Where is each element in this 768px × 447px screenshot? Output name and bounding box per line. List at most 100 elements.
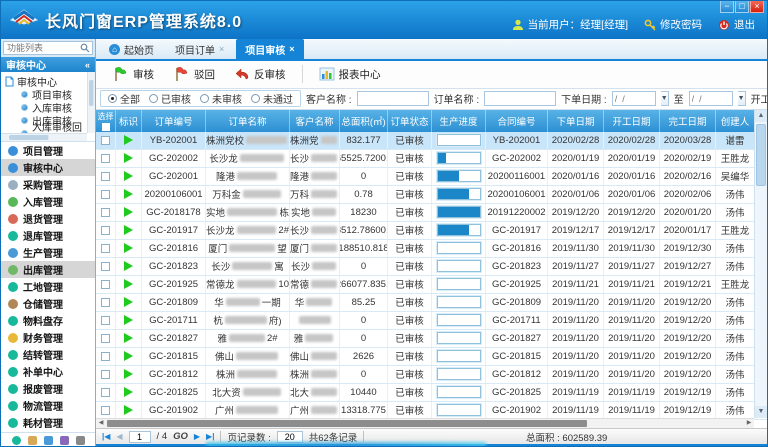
radio-audited[interactable]: 已审核 bbox=[149, 91, 191, 106]
row-checkbox[interactable] bbox=[101, 334, 110, 343]
header-start-date[interactable]: 开工日期 bbox=[604, 110, 660, 132]
row-checkbox[interactable] bbox=[101, 136, 110, 145]
order-name-input[interactable] bbox=[484, 91, 556, 106]
prev-page-button[interactable]: ◀ bbox=[116, 432, 122, 441]
header-creator[interactable]: 创建人 bbox=[716, 110, 754, 132]
sidebar-item-物流管理[interactable]: 物流管理 bbox=[1, 397, 95, 414]
last-page-button[interactable]: ▶| bbox=[206, 432, 214, 441]
header-contract[interactable]: 合同编号 bbox=[486, 110, 548, 132]
table-row[interactable]: YB-202001株洲党校株洲党832.177已审核YB-2020012020/… bbox=[96, 132, 767, 150]
tab-project-orders[interactable]: 项目订单 × bbox=[166, 39, 233, 59]
row-checkbox[interactable] bbox=[101, 190, 110, 199]
header-order-date[interactable]: 下单日期 bbox=[548, 110, 604, 132]
scroll-left-icon[interactable]: ◀ bbox=[96, 419, 106, 428]
tab-close-icon[interactable]: × bbox=[289, 44, 294, 54]
table-row[interactable]: GC-202002长沙龙长沙65525.7200..已审核GC-20200220… bbox=[96, 150, 767, 168]
table-row[interactable]: 20200106001万科金万科0.78已审核202001060012020/0… bbox=[96, 186, 767, 204]
current-user[interactable]: 当前用户：经理[经理] bbox=[512, 17, 628, 32]
sidebar-item-仓储管理[interactable]: 仓储管理 bbox=[1, 295, 95, 312]
pen-icon[interactable] bbox=[44, 436, 53, 445]
scroll-up-icon[interactable]: ▲ bbox=[755, 110, 767, 122]
minimize-button[interactable]: − bbox=[720, 1, 734, 13]
tab-close-icon[interactable]: × bbox=[219, 44, 224, 54]
change-password-button[interactable]: 修改密码 bbox=[644, 17, 702, 32]
sidebar-item-项目管理[interactable]: 项目管理 bbox=[1, 142, 95, 159]
header-customer[interactable]: 客户名称 bbox=[290, 110, 340, 132]
cart-icon[interactable] bbox=[28, 436, 37, 445]
table-row[interactable]: GC-201816厦门望厦门188510.818已审核GC-2018162019… bbox=[96, 240, 767, 258]
list-icon[interactable] bbox=[76, 436, 85, 445]
row-checkbox[interactable] bbox=[101, 244, 110, 253]
page-size-input[interactable] bbox=[277, 431, 303, 443]
order-date-to-input[interactable] bbox=[689, 91, 733, 106]
row-checkbox[interactable] bbox=[101, 262, 110, 271]
dot-icon[interactable] bbox=[12, 436, 21, 445]
go-button[interactable]: GO bbox=[173, 431, 188, 442]
collapse-icon[interactable]: « bbox=[85, 60, 90, 70]
book-icon[interactable] bbox=[60, 436, 69, 445]
table-row[interactable]: GC-201925常德龙10常德266077.835..已审核GC-201925… bbox=[96, 276, 767, 294]
logout-button[interactable]: 退出 bbox=[718, 17, 755, 32]
header-finish-date[interactable]: 完工日期 bbox=[660, 110, 716, 132]
date-dropdown-icon[interactable]: ▼ bbox=[738, 91, 746, 106]
customer-name-input[interactable] bbox=[357, 91, 429, 106]
row-checkbox[interactable] bbox=[101, 172, 110, 181]
table-row[interactable]: GC-201827雅2#雅0已审核GC-2018272019/11/202019… bbox=[96, 330, 767, 348]
sidebar-item-工地管理[interactable]: 工地管理 bbox=[1, 278, 95, 295]
tab-project-audit[interactable]: 项目审核 × bbox=[236, 39, 303, 59]
sidebar-item-报废管理[interactable]: 报废管理 bbox=[1, 380, 95, 397]
reject-button[interactable]: 驳回 bbox=[165, 62, 224, 86]
sidebar-item-结转管理[interactable]: 结转管理 bbox=[1, 346, 95, 363]
scroll-right-icon[interactable]: ▶ bbox=[744, 419, 754, 428]
table-row[interactable]: GC-201812株洲株洲0已审核GC-2018122019/11/202019… bbox=[96, 366, 767, 384]
row-checkbox[interactable] bbox=[101, 388, 110, 397]
header-progress[interactable]: 生产进度 bbox=[432, 110, 486, 132]
header-order-name[interactable]: 订单名称 bbox=[206, 110, 290, 132]
sidebar-item-采购管理[interactable]: 采购管理 bbox=[1, 176, 95, 193]
scroll-down-icon[interactable]: ▼ bbox=[755, 406, 767, 418]
table-row[interactable]: GC-201825北大资北大10440已审核GC-2018252019/11/1… bbox=[96, 384, 767, 402]
row-checkbox[interactable] bbox=[101, 316, 110, 325]
sidebar-item-出库管理[interactable]: 出库管理 bbox=[1, 261, 95, 278]
radio-rejected[interactable]: 未通过 bbox=[251, 91, 293, 106]
table-row[interactable]: GC-201809华一期华85.25已审核GC-2018092019/11/20… bbox=[96, 294, 767, 312]
table-horizontal-scrollbar[interactable]: ◀ ▶ bbox=[96, 418, 754, 428]
header-order-no[interactable]: 订单编号 bbox=[142, 110, 206, 132]
row-checkbox[interactable] bbox=[101, 226, 110, 235]
scrollbar-thumb[interactable] bbox=[107, 420, 587, 427]
sidebar-item-入库管理[interactable]: 入库管理 bbox=[1, 193, 95, 210]
sidebar-item-补单中心[interactable]: 补单中心 bbox=[1, 363, 95, 380]
next-page-button[interactable]: ▶ bbox=[194, 432, 200, 441]
table-row[interactable]: GC-201815佛山佛山2626已审核GC-2018152019/11/202… bbox=[96, 348, 767, 366]
table-row[interactable]: GC-202001隆港隆港0已审核202001160012020/01/1620… bbox=[96, 168, 767, 186]
maximize-button[interactable]: □ bbox=[735, 1, 749, 13]
tree-vertical-scrollbar[interactable] bbox=[87, 72, 95, 133]
audit-button[interactable]: 审核 bbox=[104, 62, 163, 86]
row-checkbox[interactable] bbox=[101, 298, 110, 307]
unaudit-button[interactable]: 反审核 bbox=[226, 63, 295, 86]
scrollbar-thumb[interactable] bbox=[756, 124, 766, 186]
row-checkbox[interactable] bbox=[101, 154, 110, 163]
tree-root[interactable]: 审核中心 bbox=[5, 74, 87, 88]
sidebar-item-生产管理[interactable]: 生产管理 bbox=[1, 244, 95, 261]
row-checkbox[interactable] bbox=[101, 406, 110, 415]
sidebar-item-退库管理[interactable]: 退库管理 bbox=[1, 227, 95, 244]
tree-horizontal-scrollbar[interactable] bbox=[1, 133, 87, 141]
row-checkbox[interactable] bbox=[101, 352, 110, 361]
table-row[interactable]: GC-2018178实地栋实地18230已审核201912200022019/1… bbox=[96, 204, 767, 222]
order-date-from-input[interactable] bbox=[612, 91, 656, 106]
sidebar-item-耗材管理[interactable]: 耗材管理 bbox=[1, 414, 95, 431]
tab-home[interactable]: ⌂ 起始页 bbox=[100, 39, 163, 59]
table-row[interactable]: GC-201711杭府)0已审核GC-2017112019/11/202019/… bbox=[96, 312, 767, 330]
close-button[interactable]: × bbox=[750, 1, 764, 13]
sidebar-item-审核中心[interactable]: 审核中心 bbox=[1, 159, 95, 176]
table-vertical-scrollbar[interactable]: ▲ ▼ bbox=[754, 110, 767, 418]
table-row[interactable]: GC-201917长沙龙2#长沙8512.78600..已审核GC-201917… bbox=[96, 222, 767, 240]
row-checkbox[interactable] bbox=[101, 208, 110, 217]
sidebar-item-财务管理[interactable]: 财务管理 bbox=[1, 329, 95, 346]
date-dropdown-icon[interactable]: ▼ bbox=[661, 91, 669, 106]
row-checkbox[interactable] bbox=[101, 370, 110, 379]
radio-all[interactable]: 全部 bbox=[108, 91, 140, 106]
row-checkbox[interactable] bbox=[101, 280, 110, 289]
table-row[interactable]: GC-201823长沙寓长沙0已审核GC-2018232019/11/27201… bbox=[96, 258, 767, 276]
